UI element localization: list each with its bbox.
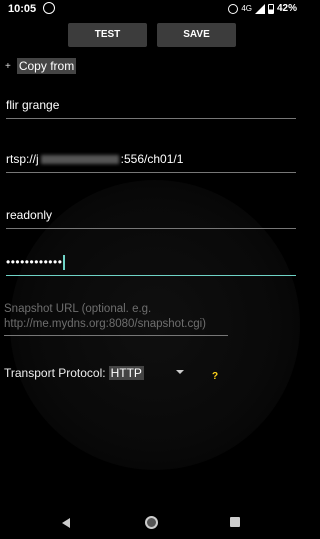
username-value: readonly (6, 208, 53, 222)
snapshot-url-placeholder: Snapshot URL (optional. e.g. http://me.m… (4, 303, 206, 330)
home-icon[interactable] (145, 516, 158, 529)
plus-icon: + (5, 60, 11, 72)
camera-name-field[interactable]: flir grange (6, 95, 296, 119)
help-icon[interactable]: ? (212, 371, 218, 382)
password-field[interactable]: •••••••••••• (6, 252, 296, 276)
back-icon[interactable] (62, 518, 70, 528)
battery-percent: 42% (276, 3, 297, 14)
copy-from-button[interactable]: Copy from (16, 58, 77, 74)
transport-protocol-row: Transport Protocol: HTTP (4, 366, 144, 380)
url-prefix: rtsp://j (6, 152, 39, 166)
navigation-bar (0, 507, 303, 539)
test-button[interactable]: TEST (68, 23, 147, 47)
status-bar: 10:05 4G 42% (0, 0, 303, 20)
status-time: 10:05 (8, 3, 37, 15)
chevron-down-icon[interactable] (176, 370, 184, 374)
copy-from-row[interactable]: + Copy from (5, 58, 77, 74)
whatsapp-icon (43, 2, 55, 14)
camera-name-value: flir grange (6, 98, 60, 112)
signal-icon (254, 3, 265, 14)
transport-protocol-select[interactable]: HTTP (108, 366, 144, 380)
snapshot-url-field[interactable]: Snapshot URL (optional. e.g. http://me.m… (4, 302, 228, 336)
transport-protocol-label: Transport Protocol: (4, 366, 106, 380)
save-button[interactable]: SAVE (157, 23, 236, 47)
alarm-icon (228, 3, 239, 14)
status-icons: 4G 42% (228, 3, 297, 14)
recent-apps-icon[interactable] (230, 517, 240, 527)
text-cursor (63, 255, 65, 271)
password-value: •••••••••••• (6, 255, 63, 269)
battery-icon (267, 3, 274, 14)
url-suffix: :556/ch01/1 (120, 152, 184, 166)
username-field[interactable]: readonly (6, 205, 296, 229)
camera-url-field[interactable]: rtsp://j :556/ch01/1 (6, 149, 296, 173)
network-label: 4G (241, 4, 252, 13)
redacted-host (40, 155, 119, 165)
